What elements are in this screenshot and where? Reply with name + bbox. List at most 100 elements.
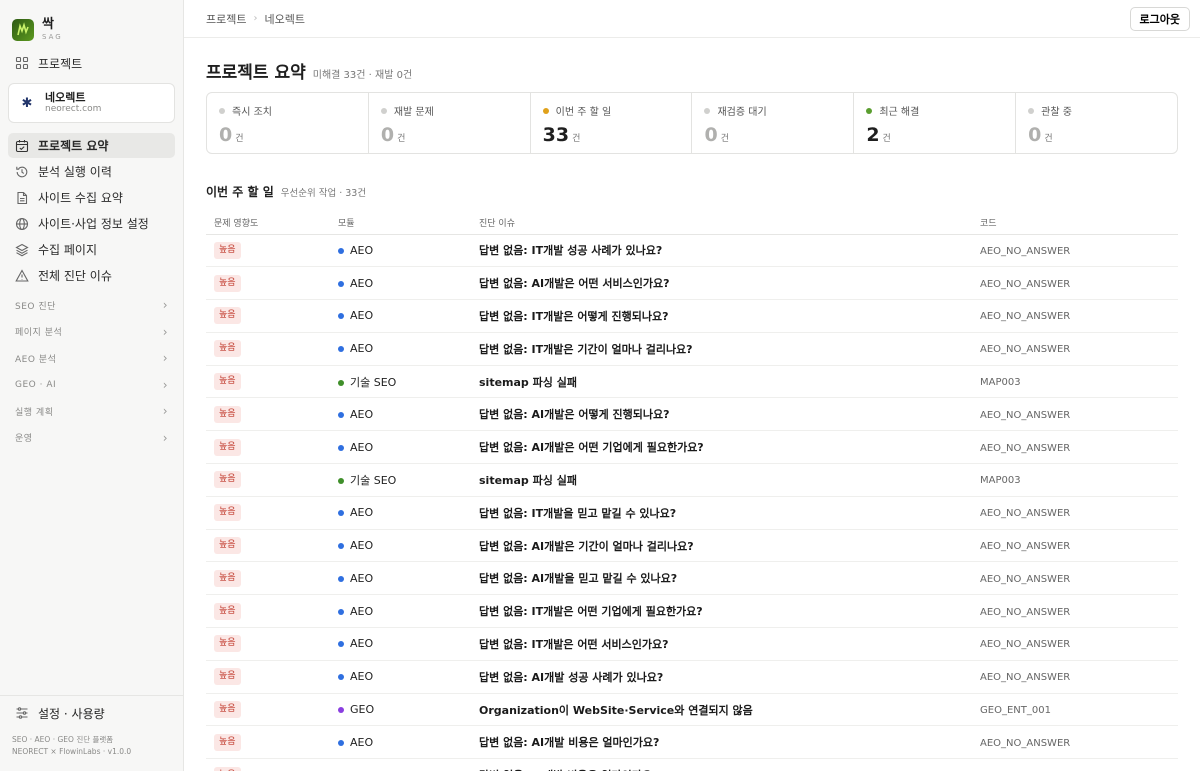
stat-unit: 건 — [1044, 134, 1053, 144]
stat-card[interactable]: 이번 주 할 일 33 건 — [531, 93, 693, 153]
sidebar-section-aeo[interactable]: AEO 분석 › — [0, 345, 183, 372]
table-row[interactable]: 높음 AEO 답변 없음: IT개발은 어떻게 진행되나요? AEO_NO_ANSWE… — [206, 299, 1178, 333]
sidebar-section-page-analysis[interactable]: 페이지 분석 › — [0, 319, 183, 346]
sidebar-section-seo[interactable]: SEO 진단 › — [0, 292, 183, 319]
sidebar-item-crawl-summary[interactable]: 사이트 수집 요약 — [8, 185, 175, 210]
issue-code: AEO_NO_ANSWER — [980, 606, 1071, 618]
cell-module: 기술 SEO — [330, 463, 471, 497]
issue-label[interactable]: 답변 없음: AI개발 비용은 얼마인가요? — [479, 736, 659, 749]
sidebar-section-action-plan[interactable]: 실행 계획 › — [0, 398, 183, 425]
table-row[interactable]: 높음 AEO 답변 없음: AI개발은 어떤 기업에게 필요한가요? AEO_NO_A… — [206, 430, 1178, 465]
table-row[interactable]: 높음 AEO 답변 없음: IT개발을 믿고 맡길 수 있나요? AEO_NO_ANS… — [206, 496, 1178, 530]
impact-badge: 높음 — [214, 569, 241, 587]
stat-label: 재검증 대기 — [704, 103, 841, 118]
issue-label[interactable]: 답변 없음: IT개발은 어떤 서비스인가요? — [479, 638, 669, 651]
module-dot-icon — [338, 608, 344, 615]
sidebar-item-run-history[interactable]: 분석 실행 이력 — [8, 159, 175, 184]
cell-impact: 높음 — [206, 529, 330, 563]
cell-issue: 답변 없음: AI개발을 믿고 맡길 수 있나요? — [471, 561, 972, 596]
table-row[interactable]: 높음 AEO 답변 없음: AI개발은 기간이 얼마나 걸리나요? AEO_NO_AN… — [206, 529, 1178, 563]
cell-code: AEO_NO_ANSWER — [972, 430, 1178, 465]
stat-card[interactable]: 재발 문제 0 건 — [369, 93, 531, 153]
column-header-impact[interactable]: 문제 영향도 — [206, 212, 330, 235]
stat-card[interactable]: 즉시 조치 0 건 — [207, 93, 369, 153]
stat-value: 0건 — [381, 124, 518, 146]
cell-module: GEO — [330, 693, 471, 727]
main-content: 프로젝트 › 네오렉트 로그아웃 프로젝트 요약 미해결 33건 · 재발 0건… — [184, 0, 1200, 771]
table-row[interactable]: 높음 AEO 답변 없음: IT개발은 어떤 기업에게 필요한가요? AEO_NO_A… — [206, 594, 1178, 629]
cell-code: AEO_NO_ANSWER — [972, 234, 1178, 268]
table-row[interactable]: 높음 AEO 답변 없음: AI개발 성공 사례가 있나요? AEO_NO_ANSWE… — [206, 660, 1178, 694]
table-row[interactable]: 높음 AEO 답변 없음: AI개발은 어떻게 진행되나요? AEO_NO_ANSWE… — [206, 397, 1178, 432]
cell-module: AEO — [330, 332, 471, 366]
cell-module: AEO — [330, 496, 471, 530]
cell-issue: 답변 없음: IT개발은 어떻게 진행되나요? — [471, 299, 972, 333]
module-dot-icon — [338, 510, 344, 517]
issue-label[interactable]: 답변 없음: IT개발은 어떤 기업에게 필요한가요? — [479, 605, 703, 618]
logout-button[interactable]: 로그아웃 — [1129, 6, 1190, 31]
impact-badge: 높음 — [214, 241, 241, 259]
tasks-table: 문제 영향도 모듈 진단 이슈 코드 높음 AEO 답변 없음: IT개발 성공 사… — [206, 212, 1178, 771]
impact-badge: 높음 — [214, 373, 241, 391]
issue-label[interactable]: 답변 없음: AI개발은 기간이 얼마나 걸리나요? — [479, 540, 694, 553]
cell-issue: sitemap 파싱 실패 — [471, 463, 972, 497]
impact-badge: 높음 — [214, 668, 241, 686]
chevron-right-icon: › — [162, 404, 168, 419]
table-row[interactable]: 높음 기술 SEO sitemap 파싱 실패 MAP003 — [206, 365, 1178, 399]
stat-label: 재발 문제 — [380, 103, 518, 118]
table-row[interactable]: 높음 AEO 답변 없음: IT개발 성공 사례가 있나요? AEO_NO_ANSWE… — [206, 234, 1178, 268]
issue-label[interactable]: 답변 없음: AI개발은 어떻게 진행되나요? — [479, 408, 670, 421]
issue-label[interactable]: 답변 없음: IT개발은 기간이 얼마나 걸리나요? — [479, 343, 693, 356]
table-row[interactable]: 높음 기술 SEO sitemap 파싱 실패 MAP003 — [206, 463, 1178, 497]
nav-projects[interactable]: 프로젝트 — [0, 50, 183, 76]
stat-card[interactable]: 최근 해결 2 건 — [854, 93, 1017, 153]
issue-label[interactable]: 답변 없음: IT개발 성공 사례가 있나요? — [479, 244, 662, 257]
issue-code: AEO_NO_ANSWER — [980, 508, 1071, 520]
table-row[interactable]: 높음 AEO답변 없음: IT개발 비용은 얼마인가요?AEO_NO_ANSWER — [206, 758, 1178, 771]
issue-label[interactable]: 답변 없음: AI개발은 어떤 기업에게 필요한가요? — [479, 441, 704, 454]
cell-issue: 답변 없음: AI개발은 어떤 기업에게 필요한가요? — [471, 430, 972, 465]
column-header-issue[interactable]: 진단 이슈 — [471, 212, 972, 235]
issue-label[interactable]: 답변 없음: AI개발 성공 사례가 있나요? — [479, 671, 663, 684]
table-row[interactable]: 높음 AEO 답변 없음: AI개발을 믿고 맡길 수 있나요? AEO_NO_ANS… — [206, 561, 1178, 596]
brand-logo-icon — [12, 18, 34, 41]
brand[interactable]: 싹 SAG — [0, 0, 183, 48]
module-label: AEO — [350, 637, 374, 651]
issue-code: AEO_NO_ANSWER — [980, 344, 1071, 356]
project-switcher[interactable]: ✱ 네오렉트 neorect.com — [8, 83, 175, 123]
cell-impact: 높음 — [206, 299, 330, 333]
table-row[interactable]: 높음 AEO 답변 없음: AI개발은 어떤 서비스인가요? AEO_NO_ANSWE… — [206, 266, 1178, 301]
stat-card[interactable]: 재검증 대기 0 건 — [692, 93, 855, 153]
breadcrumb-projects[interactable]: 프로젝트 — [206, 11, 246, 27]
cell-code: AEO_NO_ANSWER — [972, 561, 1178, 596]
sidebar-section-label: 운영 — [15, 434, 33, 445]
cell-issue: 답변 없음: IT개발 비용은 얼마인가요? — [471, 758, 972, 771]
issue-label[interactable]: 답변 없음: AI개발을 믿고 맡길 수 있나요? — [479, 572, 677, 585]
issue-label[interactable]: 답변 없음: IT개발을 믿고 맡길 수 있나요? — [479, 507, 676, 520]
table-row[interactable]: 높음 AEO 답변 없음: IT개발은 기간이 얼마나 걸리나요? AEO_NO_AN… — [206, 332, 1178, 366]
issue-label[interactable]: Organization이 WebSite·Service와 연결되지 않음 — [479, 704, 753, 717]
issue-label[interactable]: sitemap 파싱 실패 — [479, 474, 577, 487]
sidebar-footer: 설정 · 사용량 SEO · AEO · GEO 진단 플랫폼 NEORECT … — [0, 695, 183, 771]
cell-issue: 답변 없음: AI개발 비용은 얼마인가요? — [471, 725, 972, 760]
module-dot-icon — [338, 346, 344, 353]
issue-label[interactable]: 답변 없음: AI개발은 어떤 서비스인가요? — [479, 277, 670, 290]
column-header-code[interactable]: 코드 — [972, 212, 1178, 235]
column-header-module[interactable]: 모듈 — [330, 212, 471, 235]
sidebar-section-geo-ai[interactable]: GEO · AI › — [0, 372, 183, 399]
issue-label[interactable]: sitemap 파싱 실패 — [479, 376, 577, 389]
sidebar-item-site-settings[interactable]: 사이트·사업 정보 설정 — [8, 211, 175, 236]
sidebar-item-crawled-pages[interactable]: 수집 페이지 — [8, 237, 175, 262]
issue-label[interactable]: 답변 없음: IT개발은 어떻게 진행되나요? — [479, 310, 669, 323]
module-label: GEO — [350, 703, 375, 717]
cell-code: AEO_NO_ANSWER — [972, 397, 1178, 432]
sidebar-item-all-issues[interactable]: 전체 진단 이슈 — [8, 263, 175, 288]
sidebar-item-project-summary[interactable]: 프로젝트 요약 — [8, 133, 175, 158]
table-row[interactable]: 높음 AEO 답변 없음: IT개발은 어떤 서비스인가요? AEO_NO_ANSWE… — [206, 627, 1178, 661]
table-row[interactable]: 높음 GEO Organization이 WebSite·Service와 연결되지… — [206, 693, 1178, 727]
stat-card[interactable]: 관찰 중 0건 — [1016, 93, 1177, 153]
settings-usage-link[interactable]: 설정 · 사용량 — [0, 696, 183, 730]
sidebar-section-operations[interactable]: 운영 › — [0, 425, 183, 452]
table-row[interactable]: 높음 AEO 답변 없음: AI개발 비용은 얼마인가요? AEO_NO_ANSWER — [206, 725, 1178, 760]
sidebar-section-label: SEO 진단 — [15, 301, 56, 312]
